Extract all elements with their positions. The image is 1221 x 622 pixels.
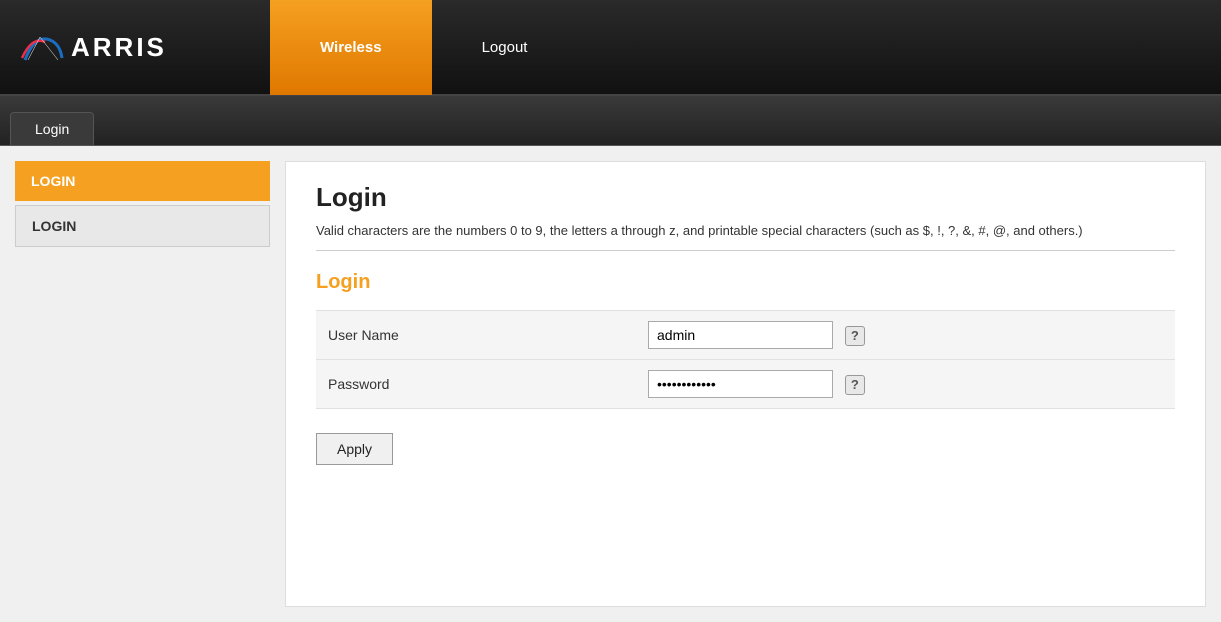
username-input[interactable] (648, 321, 833, 349)
password-help-button[interactable]: ? (845, 375, 865, 395)
description-text: Valid characters are the numbers 0 to 9,… (316, 223, 1175, 251)
apply-button[interactable]: Apply (316, 433, 393, 465)
password-input-cell: ? (636, 360, 1175, 409)
arris-logo-icon (20, 32, 65, 62)
nav-tab-wireless[interactable]: Wireless (270, 0, 432, 95)
username-input-cell: ? (636, 311, 1175, 360)
nav-tab-logout[interactable]: Logout (432, 0, 578, 95)
sidebar: LOGIN LOGIN (15, 161, 270, 607)
main-content: LOGIN LOGIN Login Valid characters are t… (0, 146, 1221, 622)
password-label: Password (316, 360, 636, 409)
sidebar-login-inactive-button[interactable]: LOGIN (15, 205, 270, 247)
arris-text: ARRIS (71, 32, 167, 63)
page-tab-login[interactable]: Login (10, 112, 94, 145)
second-bar: Login (0, 96, 1221, 146)
logo-area: ARRIS (0, 32, 270, 63)
nav-tabs: Wireless Logout (270, 0, 577, 94)
username-row: User Name ? (316, 311, 1175, 360)
top-navigation: ARRIS Wireless Logout (0, 0, 1221, 96)
content-panel: Login Valid characters are the numbers 0… (285, 161, 1206, 607)
arris-logo: ARRIS (20, 32, 167, 63)
login-form-table: User Name ? Password ? (316, 310, 1175, 409)
section-title: Login (316, 271, 1175, 294)
username-label: User Name (316, 311, 636, 360)
sidebar-login-active-button[interactable]: LOGIN (15, 161, 270, 201)
password-row: Password ? (316, 360, 1175, 409)
username-help-button[interactable]: ? (845, 326, 865, 346)
page-title: Login (316, 182, 1175, 213)
password-input[interactable] (648, 370, 833, 398)
